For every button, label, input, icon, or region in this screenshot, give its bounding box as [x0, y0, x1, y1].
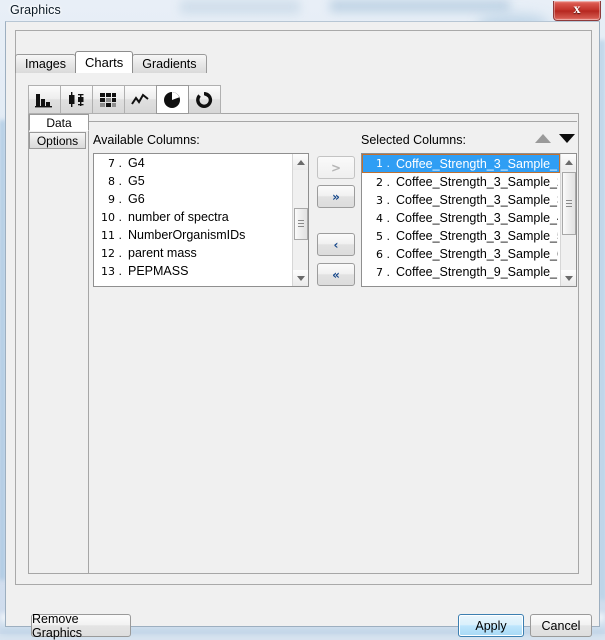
- list-item-label: Coffee_Strength_3_Sample_6.d: [396, 247, 558, 261]
- scroll-up-button[interactable]: [293, 154, 308, 170]
- list-item[interactable]: 7 . Coffee_Strength_9_Sample_1.d: [362, 263, 560, 281]
- list-item-index: 7 .: [96, 157, 128, 170]
- scrollbar-grip-icon: [566, 200, 572, 208]
- selected-columns-label: Selected Columns:: [361, 133, 466, 147]
- bar-chart-icon: [35, 92, 54, 108]
- graphics-dialog-window: Graphics x Images Charts Gradients: [0, 0, 605, 634]
- side-tab-data[interactable]: Data: [29, 114, 89, 131]
- list-item-label: NumberOrganismIDs: [128, 228, 245, 242]
- list-item-index: 3 .: [364, 194, 396, 207]
- chart-type-donut-button[interactable]: [188, 85, 221, 114]
- list-item-label: Coffee_Strength_3_Sample_5.d: [396, 229, 558, 243]
- list-item[interactable]: 8 . G5: [94, 172, 292, 190]
- list-item-index: 11 .: [96, 229, 128, 242]
- main-tab-strip: Images Charts Gradients: [15, 52, 206, 73]
- chevron-down-icon: [297, 276, 305, 281]
- sort-up-icon[interactable]: [535, 134, 551, 143]
- list-item[interactable]: 2 . Coffee_Strength_3_Sample_2.d: [362, 173, 560, 191]
- scrollbar-grip-icon: [298, 220, 304, 228]
- list-item-index: 12 .: [96, 247, 128, 260]
- list-item[interactable]: 11 . NumberOrganismIDs: [94, 226, 292, 244]
- move-all-right-button[interactable]: »: [317, 185, 355, 208]
- list-item-label: Coffee_Strength_3_Sample_4.d: [396, 211, 558, 225]
- tab-images[interactable]: Images: [15, 54, 76, 73]
- close-button[interactable]: x: [553, 1, 601, 21]
- list-item-index: 9 .: [96, 193, 128, 206]
- list-item-index: 2 .: [364, 176, 396, 189]
- list-item[interactable]: 3 . Coffee_Strength_3_Sample_3.d: [362, 191, 560, 209]
- selected-columns-listbox[interactable]: 1 . Coffee_Strength_3_Sample_1.d 2 . Cof…: [361, 153, 577, 287]
- list-item-index: 6 .: [364, 248, 396, 261]
- close-icon: x: [554, 2, 600, 18]
- chart-type-pie-button[interactable]: [156, 85, 189, 114]
- selected-list-scrollbar[interactable]: [560, 154, 576, 286]
- list-item[interactable]: 13 . PEPMASS: [94, 262, 292, 280]
- list-item-label: Coffee_Strength_3_Sample_1.d: [396, 157, 558, 171]
- grid-matrix-icon: [99, 92, 118, 108]
- window-title: Graphics: [10, 3, 61, 17]
- list-item[interactable]: 7 . G4: [94, 154, 292, 172]
- list-item-index: 1 .: [364, 157, 396, 170]
- available-columns-label: Available Columns:: [93, 133, 200, 147]
- list-item-label: G5: [128, 174, 145, 188]
- available-list-scrollport: 7 . G4 8 . G5 9 . G6 10 . number of spec…: [94, 154, 292, 286]
- tab-charts[interactable]: Charts: [75, 51, 133, 73]
- chevron-up-icon: [297, 160, 305, 165]
- tab-gradients[interactable]: Gradients: [132, 54, 206, 73]
- scroll-down-button[interactable]: [561, 270, 576, 286]
- move-left-button[interactable]: ‹: [317, 233, 355, 256]
- scrollbar-thumb[interactable]: [294, 208, 308, 240]
- chart-type-toolbar: [28, 85, 220, 114]
- box-plot-icon: [67, 92, 86, 108]
- dialog-client-area: Images Charts Gradients: [5, 21, 600, 627]
- list-item[interactable]: 9 . G6: [94, 190, 292, 208]
- title-bar[interactable]: Graphics x: [0, 0, 605, 21]
- side-tab-strip: Data Options: [29, 114, 89, 150]
- chart-type-line-button[interactable]: [124, 85, 157, 114]
- available-columns-listbox[interactable]: 7 . G4 8 . G5 9 . G6 10 . number of spec…: [93, 153, 309, 287]
- list-item-index: 7 .: [364, 266, 396, 279]
- list-item-index: 4 .: [364, 212, 396, 225]
- chevron-up-icon: [565, 160, 573, 165]
- list-item-label: G4: [128, 156, 145, 170]
- available-list-scrollbar[interactable]: [292, 154, 308, 286]
- list-item-label: Coffee_Strength_9_Sample_1.d: [396, 265, 558, 279]
- list-item[interactable]: 1 . Coffee_Strength_3_Sample_1.d: [362, 154, 560, 173]
- scroll-down-button[interactable]: [293, 270, 308, 286]
- scrollbar-thumb[interactable]: [562, 172, 576, 235]
- list-item-label: Coffee_Strength_3_Sample_3.d: [396, 193, 558, 207]
- list-item-index: 5 .: [364, 230, 396, 243]
- list-item-index: 8 .: [96, 175, 128, 188]
- list-item-label: Coffee_Strength_3_Sample_2.d: [396, 175, 558, 189]
- list-item-label: PEPMASS: [128, 264, 188, 278]
- move-right-button[interactable]: >: [317, 156, 355, 179]
- list-item[interactable]: 10 . number of spectra: [94, 208, 292, 226]
- list-item[interactable]: 12 . parent mass: [94, 244, 292, 262]
- chart-type-boxplot-button[interactable]: [60, 85, 93, 114]
- list-item-index: 10 .: [96, 211, 128, 224]
- scroll-up-button[interactable]: [561, 154, 576, 170]
- list-item-label: G6: [128, 192, 145, 206]
- pie-chart-icon: [163, 91, 182, 109]
- side-tab-options[interactable]: Options: [29, 132, 86, 149]
- selected-list-scrollport: 1 . Coffee_Strength_3_Sample_1.d 2 . Cof…: [362, 154, 560, 286]
- line-chart-icon: [131, 92, 150, 108]
- donut-chart-icon: [195, 91, 214, 109]
- chart-type-bar-button[interactable]: [28, 85, 61, 114]
- sort-down-icon[interactable]: [559, 134, 575, 143]
- list-item-label: parent mass: [128, 246, 197, 260]
- move-all-left-button[interactable]: «: [317, 263, 355, 286]
- chart-type-grid-button[interactable]: [92, 85, 125, 114]
- list-item[interactable]: 5 . Coffee_Strength_3_Sample_5.d: [362, 227, 560, 245]
- list-item-label: number of spectra: [128, 210, 229, 224]
- list-item-index: 13 .: [96, 265, 128, 278]
- list-item[interactable]: 6 . Coffee_Strength_3_Sample_6.d: [362, 245, 560, 263]
- chevron-down-icon: [565, 276, 573, 281]
- list-item[interactable]: 4 . Coffee_Strength_3_Sample_4.d: [362, 209, 560, 227]
